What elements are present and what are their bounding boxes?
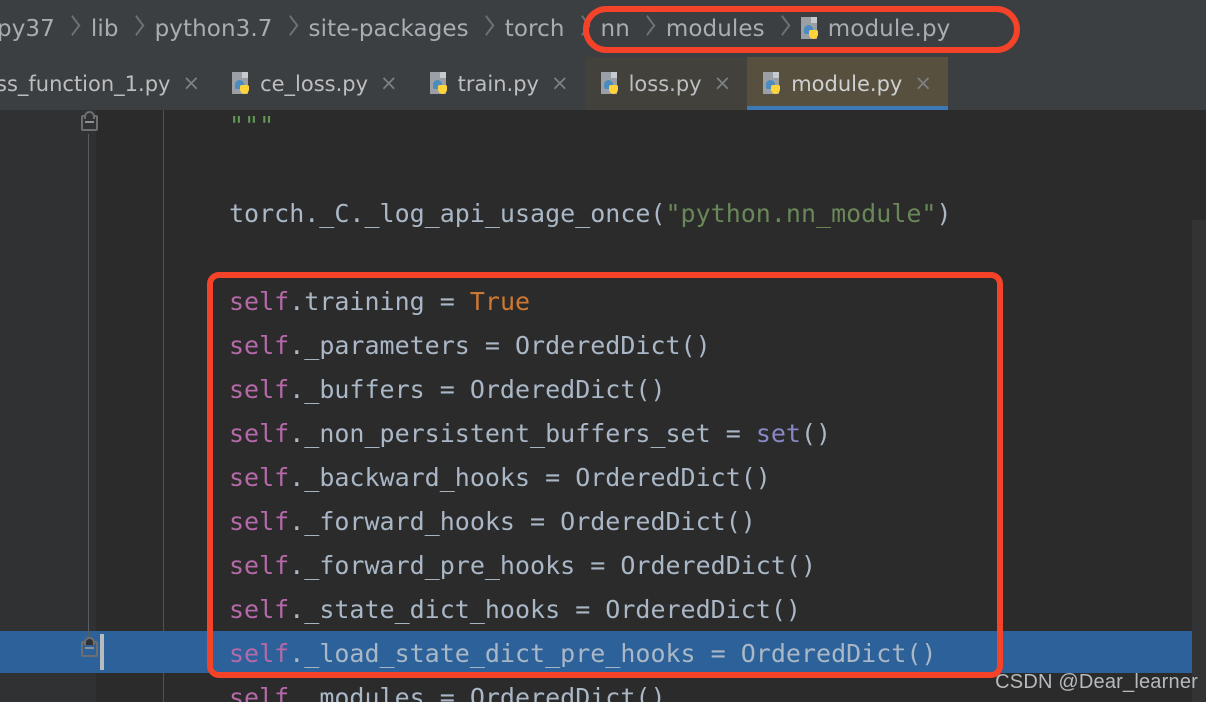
close-icon[interactable]: ×: [182, 73, 200, 94]
code-line[interactable]: torch._C._log_api_usage_once("python.nn_…: [229, 192, 952, 236]
code-token: ._load_state_dict_pre_hooks = OrderedDic…: [289, 639, 937, 668]
breadcrumb-item-site-packages[interactable]: site-packages: [306, 16, 472, 42]
breadcrumb-item-py37[interactable]: py37: [0, 16, 58, 42]
editor-tab-ss-function-1-py[interactable]: ss_function_1.py ×: [0, 57, 217, 110]
code-token: self: [229, 419, 290, 448]
code-token: .training =: [289, 287, 470, 316]
python-file-icon: [429, 71, 450, 96]
python-file-icon: [600, 71, 621, 96]
code-token: self: [229, 287, 290, 316]
code-token: set: [755, 419, 801, 448]
code-line[interactable]: self._state_dict_hooks = OrderedDict(): [229, 588, 801, 632]
code-token: True: [469, 287, 531, 316]
code-token: self: [229, 331, 290, 360]
code-line[interactable]: self._forward_pre_hooks = OrderedDict(): [229, 544, 816, 588]
close-icon[interactable]: ×: [914, 73, 932, 94]
editor-tab-loss-py[interactable]: loss.py ×: [584, 57, 748, 110]
breadcrumb-item-lib[interactable]: lib: [88, 16, 122, 42]
code-token: self: [229, 639, 290, 668]
breadcrumb-separator-icon: [772, 14, 794, 44]
breadcrumb-bar: py37 lib python3.7 site-packages torch nn modu…: [0, 0, 1206, 57]
close-icon[interactable]: ×: [714, 73, 732, 94]
code-token: """: [229, 111, 275, 140]
code-token: ._backward_hooks = OrderedDict(): [289, 463, 771, 492]
code-token: ._forward_pre_hooks = OrderedDict(): [289, 551, 817, 580]
code-token: ): [936, 199, 952, 228]
breadcrumb-separator-icon: [572, 14, 594, 44]
code-line[interactable]: """: [229, 110, 274, 148]
editor-tab-label: train.py: [457, 71, 539, 96]
code-token: self: [229, 595, 290, 624]
code-line[interactable]: self._parameters = OrderedDict(): [229, 324, 711, 368]
code-token: ._forward_hooks = OrderedDict(): [289, 507, 756, 536]
code-line[interactable]: self._backward_hooks = OrderedDict(): [229, 456, 771, 500]
breadcrumb-separator-icon: [476, 14, 498, 44]
code-token: ._buffers = OrderedDict(): [289, 375, 666, 404]
editor-tab-label: ce_loss.py: [260, 71, 369, 96]
python-file-icon: [800, 16, 821, 41]
code-line[interactable]: self._buffers = OrderedDict(): [229, 368, 666, 412]
breadcrumb-separator-icon: [126, 14, 148, 44]
breadcrumb-item-module-py[interactable]: module.py: [798, 16, 954, 42]
vertical-scrollbar[interactable]: [1192, 220, 1206, 702]
editor-tab-label: ss_function_1.py: [0, 71, 171, 96]
breadcrumb-item-label: module.py: [827, 15, 951, 42]
breadcrumb-item-torch[interactable]: torch: [502, 16, 568, 42]
ide-window: py37 lib python3.7 site-packages torch nn modu…: [0, 0, 1206, 702]
code-line[interactable]: self._forward_hooks = OrderedDict(): [229, 500, 756, 544]
code-line[interactable]: self._modules = OrderedDict(): [229, 676, 666, 702]
python-file-icon: [763, 71, 783, 96]
code-token: self: [229, 551, 290, 580]
code-token: (): [800, 419, 832, 448]
editor-tab-bar[interactable]: ss_function_1.py × ce_loss.py × train.py × los…: [0, 57, 1206, 110]
code-token: "python.nn_module": [665, 199, 937, 228]
code-token: self: [229, 683, 290, 702]
breadcrumb[interactable]: py37 lib python3.7 site-packages torch nn modu…: [0, 14, 953, 44]
breadcrumb-item-nn[interactable]: nn: [598, 16, 633, 42]
code-token: ._modules = OrderedDict(): [289, 683, 666, 702]
code-text[interactable]: """ torch._C._log_api_usage_once("python.…: [0, 110, 1206, 702]
editor-tab-train-py[interactable]: train.py ×: [413, 57, 585, 110]
editor-tab-module-py[interactable]: module.py ×: [747, 57, 948, 110]
code-line[interactable]: self._load_state_dict_pre_hooks = Ordere…: [229, 632, 936, 676]
code-token: ._non_persistent_buffers_set =: [289, 419, 756, 448]
code-token: self: [229, 507, 290, 536]
editor-tab-label: module.py: [791, 71, 903, 96]
code-token: self: [229, 375, 290, 404]
close-icon[interactable]: ×: [551, 73, 569, 94]
breadcrumb-separator-icon: [280, 14, 302, 44]
code-token: ._parameters = OrderedDict(): [289, 331, 711, 360]
breadcrumb-item-python3-7[interactable]: python3.7: [152, 16, 276, 42]
code-editor[interactable]: """ torch._C._log_api_usage_once("python.…: [0, 110, 1206, 702]
breadcrumb-separator-icon: [637, 14, 659, 44]
code-token: ._state_dict_hooks = OrderedDict(): [289, 595, 801, 624]
code-token: self: [229, 463, 290, 492]
editor-tab-label: loss.py: [628, 71, 702, 96]
breadcrumb-item-modules[interactable]: modules: [663, 16, 768, 42]
watermark: CSDN @Dear_learner: [995, 671, 1198, 693]
python-file-icon: [232, 71, 252, 96]
code-line[interactable]: self.training = True: [229, 280, 530, 324]
close-icon[interactable]: ×: [380, 73, 398, 94]
code-line[interactable]: self._non_persistent_buffers_set = set(): [229, 412, 831, 456]
breadcrumb-separator-icon: [62, 14, 84, 44]
code-token: torch._C._log_api_usage_once(: [229, 199, 666, 228]
editor-tab-ce-loss-py[interactable]: ce_loss.py ×: [216, 57, 414, 110]
